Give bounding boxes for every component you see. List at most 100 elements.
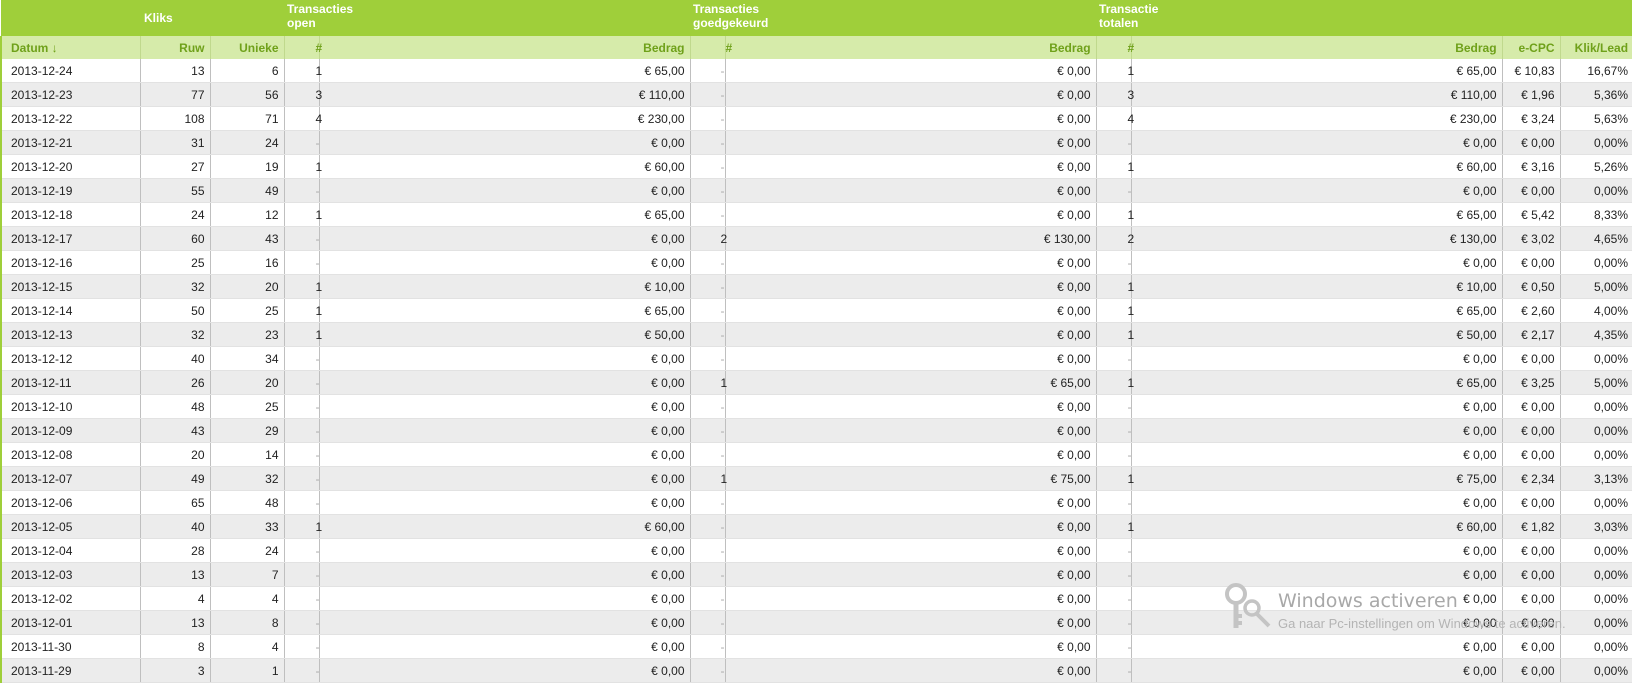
- cell-ecpc: € 0,00: [1501, 346, 1561, 371]
- cell-approved-bedrag: € 0,00: [724, 442, 1097, 467]
- cell-approved-count: -: [689, 59, 726, 83]
- table-row: 2013-12-23 77 56 3 € 110,00- € 0,00 3 € 110,00 €…: [0, 82, 1632, 107]
- cell-open-count: 1: [283, 59, 322, 83]
- cell-total-bedrag: € 0,00: [1130, 490, 1503, 515]
- column-header-unieke[interactable]: Unieke: [209, 36, 284, 59]
- cell-approved-count: 1: [689, 370, 727, 395]
- cell-unieke: 48: [209, 490, 284, 515]
- cell-unieke: 33: [209, 514, 284, 539]
- stats-table: Kliks Transacties open Transacties goedg…: [0, 0, 1632, 683]
- cell-total-count: 1: [1095, 154, 1134, 179]
- cell-date: 2013-11-29: [0, 658, 140, 683]
- cell-total-bedrag: € 60,00: [1130, 154, 1503, 179]
- cell-ecpc: € 0,00: [1501, 130, 1561, 155]
- cell-approved-count: -: [689, 298, 726, 323]
- cell-total-count: 3: [1095, 82, 1134, 107]
- cell-total-count: 1: [1095, 202, 1134, 227]
- cell-date: 2013-12-16: [0, 250, 140, 275]
- cell-open-count: 1: [283, 202, 322, 227]
- cell-unieke: 24: [209, 130, 284, 155]
- cell-open-count: 1: [283, 274, 322, 299]
- cell-ruw: 50: [139, 298, 210, 323]
- cell-ecpc: € 0,00: [1501, 634, 1561, 659]
- table-row: 2013-12-16 25 16- € 0,00- € 0,00- € 0,00 € 0,0…: [0, 250, 1632, 275]
- cell-total-bedrag: € 0,00: [1130, 418, 1503, 443]
- group-header-transacties-open: Transacties open: [284, 0, 691, 36]
- cell-open-bedrag: € 60,00: [318, 514, 691, 539]
- cell-open-bedrag: € 60,00: [318, 154, 691, 179]
- cell-open-count: -: [283, 586, 320, 611]
- cell-open-count: -: [283, 178, 320, 203]
- cell-ecpc: € 3,25: [1501, 370, 1561, 395]
- cell-approved-count: -: [689, 610, 726, 635]
- table-row: 2013-12-12 40 34- € 0,00- € 0,00- € 0,00 € 0,0…: [0, 346, 1632, 371]
- table-row: 2013-12-09 43 29- € 0,00- € 0,00- € 0,00 € 0,0…: [0, 418, 1632, 443]
- column-header-ecpc[interactable]: e-CPC: [1501, 36, 1561, 59]
- cell-open-bedrag: € 0,00: [318, 418, 691, 443]
- table-row: 2013-12-11 26 20- € 0,00 1 € 65,00 1 € 65,00 € 3…: [0, 370, 1632, 395]
- cell-open-count: -: [283, 466, 320, 491]
- cell-open-count: -: [283, 346, 320, 371]
- group-header-total-line2: totalen: [1099, 16, 1139, 30]
- table-row: 2013-12-21 31 24- € 0,00- € 0,00- € 0,00 € 0,0…: [0, 130, 1632, 155]
- cell-open-count: -: [283, 538, 320, 563]
- group-header-open-line2: open: [287, 16, 316, 30]
- column-header-approved-bedrag[interactable]: Bedrag: [724, 36, 1097, 59]
- cell-ruw: 60: [139, 226, 210, 251]
- cell-date: 2013-12-04: [0, 538, 140, 563]
- cell-klik-lead: 5,36%: [1559, 82, 1632, 107]
- cell-approved-count: -: [689, 562, 726, 587]
- cell-klik-lead: 0,00%: [1559, 418, 1632, 443]
- cell-open-count: -: [283, 562, 320, 587]
- group-header-kliks: Kliks: [140, 0, 284, 36]
- cell-klik-lead: 5,26%: [1559, 154, 1632, 179]
- cell-unieke: 24: [209, 538, 284, 563]
- cell-klik-lead: 4,00%: [1559, 298, 1632, 323]
- cell-open-count: -: [283, 634, 320, 659]
- cell-open-count: -: [283, 658, 320, 683]
- column-header-ruw[interactable]: Ruw: [139, 36, 210, 59]
- cell-open-bedrag: € 0,00: [318, 226, 691, 251]
- cell-unieke: 20: [209, 274, 284, 299]
- cell-total-count: -: [1095, 538, 1132, 563]
- column-header-klik-lead[interactable]: Klik/Lead: [1559, 36, 1632, 59]
- cell-ruw: 43: [139, 418, 210, 443]
- column-header-approved-count[interactable]: #: [689, 36, 732, 59]
- cell-klik-lead: 3,03%: [1559, 514, 1632, 539]
- column-header-total-count[interactable]: #: [1095, 36, 1134, 59]
- cell-approved-bedrag: € 0,00: [724, 490, 1097, 515]
- cell-approved-count: -: [689, 442, 726, 467]
- cell-total-count: -: [1095, 490, 1132, 515]
- cell-approved-bedrag: € 0,00: [724, 59, 1097, 83]
- cell-date: 2013-12-15: [0, 274, 140, 299]
- cell-open-count: -: [283, 130, 320, 155]
- cell-approved-bedrag: € 0,00: [724, 250, 1097, 275]
- cell-open-count: 1: [283, 298, 322, 323]
- cell-total-count: -: [1095, 442, 1132, 467]
- cell-approved-bedrag: € 0,00: [724, 154, 1097, 179]
- cell-open-bedrag: € 0,00: [318, 610, 691, 635]
- cell-unieke: 23: [209, 322, 284, 347]
- cell-open-bedrag: € 0,00: [318, 634, 691, 659]
- cell-total-count: -: [1095, 610, 1132, 635]
- table-row: 2013-12-06 65 48- € 0,00- € 0,00- € 0,00 € 0,0…: [0, 490, 1632, 515]
- column-header-open-bedrag[interactable]: Bedrag: [318, 36, 691, 59]
- cell-open-count: 3: [283, 82, 322, 107]
- cell-open-count: 1: [283, 514, 322, 539]
- column-header-open-count[interactable]: #: [283, 36, 322, 59]
- group-header-row: Kliks Transacties open Transacties goedg…: [1, 0, 1632, 36]
- column-header-datum-sort[interactable]: Datum ↓: [0, 36, 140, 59]
- cell-total-count: 1: [1095, 370, 1134, 395]
- cell-date: 2013-12-21: [0, 130, 140, 155]
- cell-ecpc: € 2,60: [1501, 298, 1561, 323]
- table-row: 2013-12-03 13 7- € 0,00- € 0,00- € 0,00 € 0,00…: [0, 562, 1632, 587]
- cell-approved-bedrag: € 0,00: [724, 130, 1097, 155]
- table-row: 2013-12-18 24 12 1 € 65,00- € 0,00 1 € 65,00 € 5…: [0, 202, 1632, 227]
- cell-total-count: -: [1095, 658, 1132, 683]
- cell-klik-lead: 0,00%: [1559, 610, 1632, 635]
- column-header-total-bedrag[interactable]: Bedrag: [1130, 36, 1503, 59]
- cell-total-count: 1: [1095, 59, 1134, 83]
- cell-ruw: 108: [139, 106, 210, 131]
- cell-approved-count: -: [689, 274, 726, 299]
- cell-open-count: 1: [283, 322, 322, 347]
